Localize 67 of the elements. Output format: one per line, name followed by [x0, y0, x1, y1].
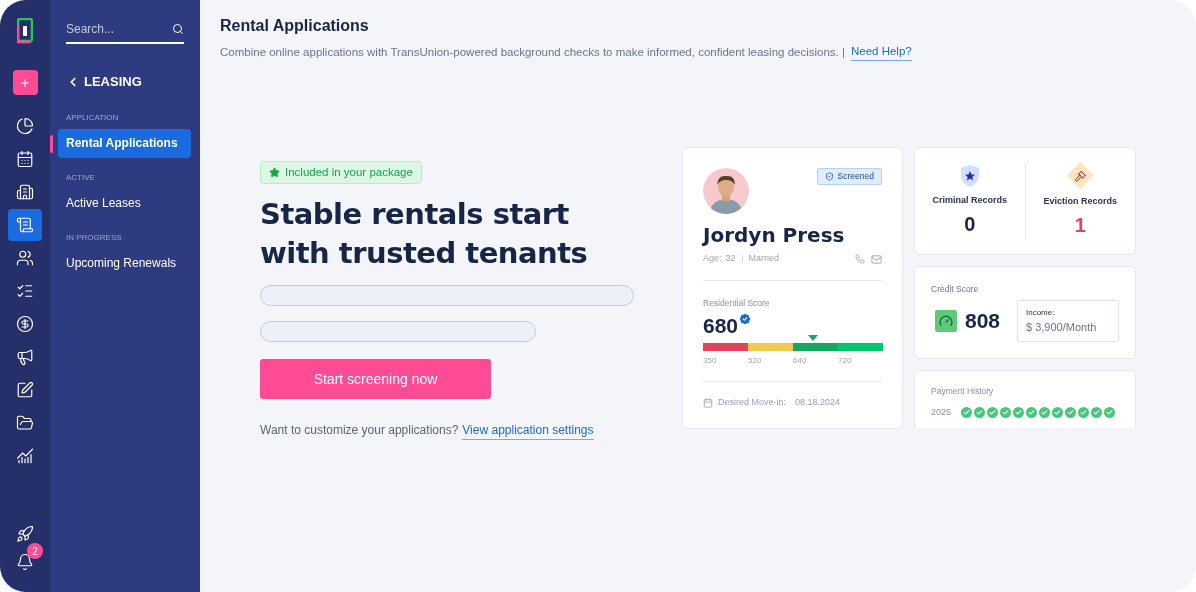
active-indicator	[50, 134, 53, 153]
people-icon	[16, 249, 34, 267]
shield-icon	[824, 172, 834, 182]
buildings-icon	[16, 183, 34, 201]
checklist-icon	[16, 282, 34, 300]
age-value: 32	[725, 252, 736, 266]
record-count: 0	[964, 212, 976, 237]
section-heading: ACTIVE	[66, 171, 96, 184]
income-value: $ 3,900/Month	[1026, 320, 1098, 335]
score-marker	[808, 335, 818, 341]
customize-text: Want to customize your applications?	[260, 422, 459, 440]
move-in-date: 08.18.2024	[795, 396, 841, 409]
residential-score: 680	[703, 312, 739, 339]
record-label: Criminal Records	[932, 193, 1007, 207]
page-title: Rental Applications	[220, 16, 370, 36]
edit-icon	[16, 381, 34, 399]
score-tick: 640	[793, 355, 808, 367]
age-label: Age:	[703, 252, 722, 266]
folder-icon	[16, 414, 34, 432]
record-count: 1	[1074, 213, 1086, 238]
package-badge: Included in your package	[260, 161, 422, 185]
applicant-name: Jordyn Press	[703, 222, 846, 250]
megaphone-icon	[16, 348, 34, 366]
calendar-icon	[703, 397, 713, 408]
payment-year: 2025	[931, 406, 953, 419]
rocket-button[interactable]	[16, 525, 34, 543]
move-in-label: Desired Move-in:	[718, 396, 787, 409]
dollar-icon	[16, 315, 34, 333]
score-tick: 350	[703, 355, 718, 367]
search-icon	[172, 23, 184, 35]
calendar-icon	[16, 150, 34, 168]
screened-badge: Screened	[816, 168, 882, 186]
logo-icon[interactable]	[17, 18, 33, 44]
marital-status: Married	[748, 252, 780, 266]
scroll-icon	[16, 216, 34, 234]
mail-icon	[871, 253, 882, 265]
chart-icon	[16, 447, 34, 465]
headline: Stable rentals start with trusted tenants	[260, 196, 589, 273]
sidebar-item[interactable]: Upcoming Renewals	[58, 248, 191, 278]
add-button[interactable]	[12, 70, 38, 95]
pie-chart-icon	[16, 117, 34, 135]
credit-score: 808	[965, 308, 1001, 335]
score-tick: 720	[838, 355, 853, 367]
phone-icon	[855, 254, 865, 264]
credit-label: Credit Score	[931, 283, 980, 296]
settings-link[interactable]: View application settings	[462, 421, 594, 441]
sidebar-item[interactable]: Active Leases	[58, 188, 191, 218]
notification-badge: 2	[27, 543, 43, 559]
gauge-icon	[935, 310, 957, 332]
search-input[interactable]: Search...	[66, 20, 166, 38]
help-link[interactable]: Need Help?	[851, 43, 912, 62]
plus-icon	[19, 76, 31, 89]
score-label: Residential Score	[703, 296, 771, 310]
back-link[interactable]: LEASING	[66, 72, 142, 92]
sidebar-item[interactable]: Rental Applications	[58, 128, 191, 158]
search-field[interactable]: Search...	[66, 20, 184, 44]
shield-star-icon	[959, 163, 980, 188]
section-heading: APPLICATION	[66, 111, 120, 124]
payment-title: Payment History	[931, 385, 995, 398]
record-label: Eviction Records	[1043, 194, 1117, 208]
verified-icon	[738, 311, 753, 326]
income-label: Income:	[1026, 307, 1056, 319]
score-tick: 520	[748, 355, 763, 367]
section-heading: IN PROGRESS	[66, 231, 123, 244]
notifications-button[interactable]	[16, 553, 34, 571]
page-description: Combine online applications with TransUnion-powered background checks to make informed, confident leasing decisions. |	[220, 44, 845, 60]
start-screening-button[interactable]: Start screening now	[260, 359, 491, 400]
